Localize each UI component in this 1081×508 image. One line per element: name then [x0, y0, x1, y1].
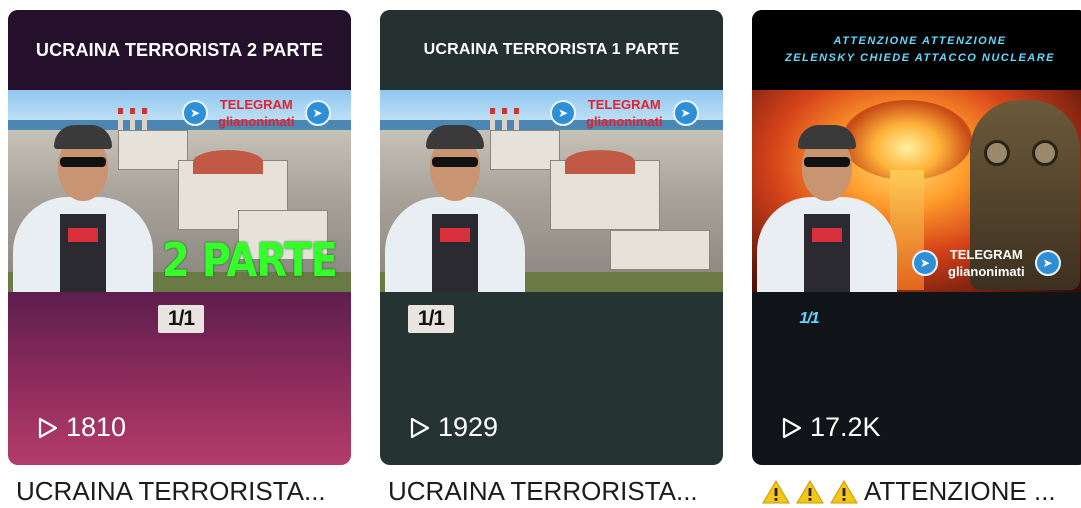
view-count-value: 17.2K — [810, 412, 881, 442]
thumbnail-title-bar: UCRAINA TERRORISTA 1 PARTE — [380, 10, 723, 90]
telegram-handle: glianonimati — [586, 114, 663, 129]
view-count: 1929 — [410, 412, 498, 443]
person-figure — [752, 117, 902, 292]
video-caption-3[interactable]: ATTENZIONE ... — [762, 476, 1056, 507]
video-card-2[interactable]: UCRAINA TERRORISTA 1 PARTE ➤ TELEGRAM gl… — [380, 10, 723, 465]
view-count-value: 1929 — [438, 412, 499, 442]
play-icon — [782, 417, 802, 438]
telegram-icon: ➤ — [1034, 250, 1061, 276]
video-card-3[interactable]: ATTENZIONE ATTENZIONE ZELENSKY CHIEDE AT… — [752, 10, 1081, 465]
person-figure — [8, 117, 158, 292]
telegram-label: TELEGRAM — [219, 97, 293, 112]
view-count: 17.2K — [782, 412, 881, 443]
page-badge: 1/1 — [158, 305, 204, 333]
video-card-1[interactable]: UCRAINA TERRORISTA 2 PARTE ➤ TELEGRAM gl… — [8, 10, 351, 465]
thumbnail-title-line-1: ATTENZIONE ATTENZIONE — [833, 35, 1007, 47]
warning-icon — [796, 479, 824, 503]
video-caption-3-text: ATTENZIONE ... — [864, 476, 1056, 506]
thumbnail-title-bar: ATTENZIONE ATTENZIONE ZELENSKY CHIEDE AT… — [752, 10, 1081, 90]
telegram-banner: ➤ TELEGRAM glianonimati ➤ — [550, 96, 699, 130]
telegram-label: TELEGRAM — [587, 97, 661, 112]
telegram-icon: ➤ — [182, 100, 208, 126]
video-caption-1[interactable]: UCRAINA TERRORISTA... — [16, 476, 326, 507]
thumbnail-image: ➤ TELEGRAM glianonimati ➤ — [752, 90, 1081, 292]
telegram-icon: ➤ — [304, 100, 331, 126]
thumbnail-title-line-2: ZELENSKY CHIEDE ATTACCO NUCLEARE — [784, 52, 1056, 64]
warning-icon — [762, 479, 790, 503]
telegram-icon: ➤ — [912, 250, 938, 276]
view-count: 1810 — [38, 412, 126, 443]
view-count-value: 1810 — [66, 412, 127, 442]
video-caption-2[interactable]: UCRAINA TERRORISTA... — [388, 476, 698, 507]
telegram-banner: ➤ TELEGRAM glianonimati ➤ — [912, 246, 1061, 280]
thumbnail-title: UCRAINA TERRORISTA 1 PARTE — [423, 41, 680, 58]
page-badge: 1/1 — [799, 310, 819, 327]
telegram-banner: ➤ TELEGRAM glianonimati ➤ — [182, 96, 331, 130]
telegram-label: TELEGRAM — [949, 247, 1023, 262]
thumbnail-title: UCRAINA TERRORISTA 2 PARTE — [35, 39, 324, 60]
warning-icon — [830, 479, 858, 503]
telegram-handle: glianonimati — [948, 264, 1025, 279]
thumbnail-title-bar: UCRAINA TERRORISTA 2 PARTE — [8, 10, 351, 90]
overlay-part-label: 2 PARTE — [162, 234, 338, 288]
play-icon — [38, 417, 58, 438]
thumbnail-image: ➤ TELEGRAM glianonimati ➤ 2 PARTE — [8, 90, 351, 292]
telegram-icon: ➤ — [672, 100, 699, 126]
telegram-handle: glianonimati — [218, 114, 295, 129]
telegram-icon: ➤ — [550, 100, 576, 126]
thumbnail-image: ➤ TELEGRAM glianonimati ➤ — [380, 90, 723, 292]
page-badge: 1/1 — [408, 305, 454, 333]
person-figure — [380, 117, 530, 292]
play-icon — [410, 417, 430, 438]
